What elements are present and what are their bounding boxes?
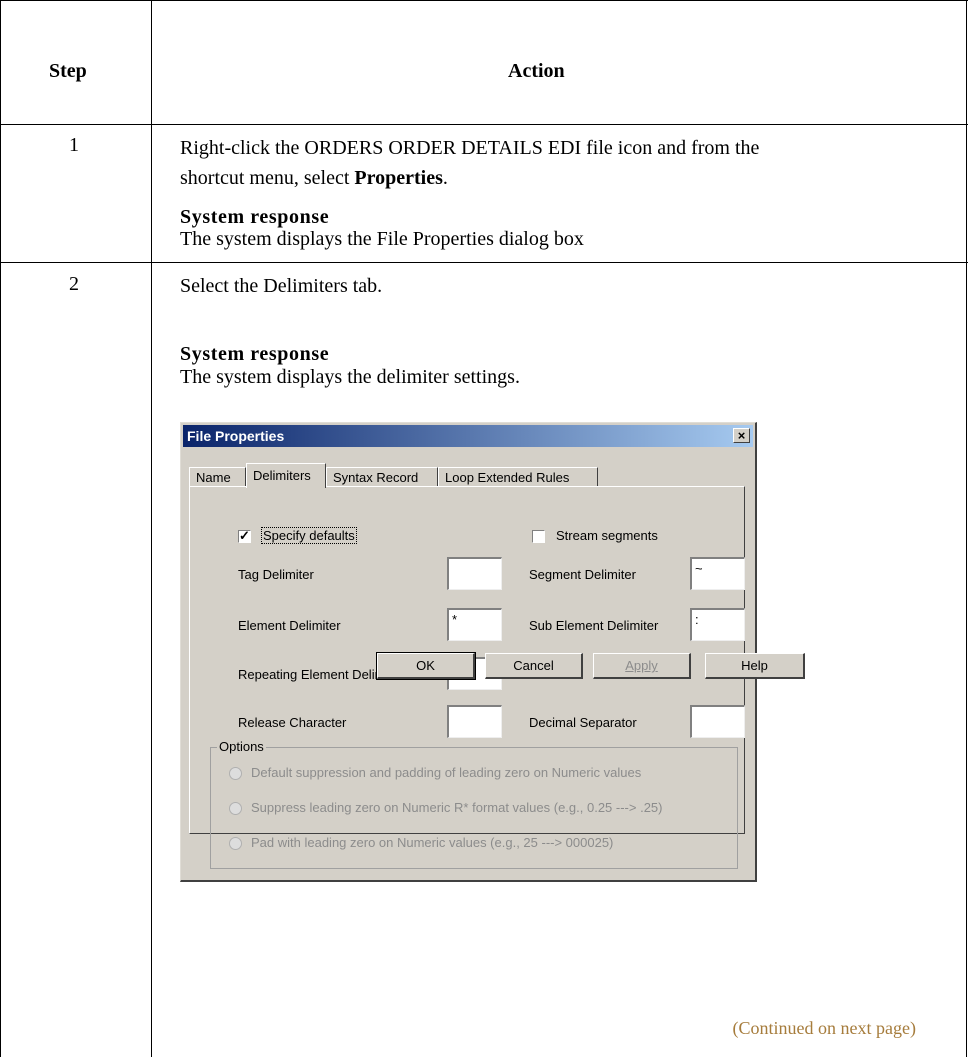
segment-delimiter-input[interactable]: ~ xyxy=(690,557,745,590)
ok-button[interactable]: OK xyxy=(376,652,476,680)
table-rule-row1 xyxy=(0,262,968,263)
check-mark-icon: ✓ xyxy=(239,528,250,543)
default-suppression-radio[interactable] xyxy=(229,767,242,780)
table-rule-left xyxy=(0,0,1,1057)
instruction-line: shortcut menu, select Properties. xyxy=(180,163,940,193)
instruction-line: Right-click the ORDERS ORDER DETAILS EDI… xyxy=(180,137,760,159)
tag-delimiter-input[interactable] xyxy=(447,557,502,590)
segment-delimiter-label: Segment Delimiter xyxy=(529,567,636,582)
element-delimiter-input[interactable]: * xyxy=(447,608,502,641)
continued-note: (Continued on next page) xyxy=(732,1018,916,1038)
close-icon[interactable]: × xyxy=(733,428,750,443)
options-group: Options Default suppression and padding … xyxy=(210,739,738,869)
stream-segments-checkbox[interactable] xyxy=(532,530,545,543)
release-character-label: Release Character xyxy=(238,715,347,730)
suppress-leading-zero-label[interactable]: Suppress leading zero on Numeric R* form… xyxy=(251,800,663,815)
table-rule-right xyxy=(966,0,967,1057)
default-suppression-label[interactable]: Default suppression and padding of leadi… xyxy=(251,765,641,780)
element-delimiter-label: Element Delimiter xyxy=(238,618,341,633)
specify-defaults-checkbox[interactable]: ✓ xyxy=(238,528,251,543)
step-number: 2 xyxy=(69,273,79,295)
header-step: Step xyxy=(49,60,87,82)
step-instruction: Right-click the ORDERS ORDER DETAILS EDI… xyxy=(180,133,940,193)
step-instruction: Select the Delimiters tab. xyxy=(180,275,383,297)
tag-delimiter-label: Tag Delimiter xyxy=(238,567,314,582)
pad-leading-zero-radio[interactable] xyxy=(229,837,242,850)
sub-element-delimiter-label: Sub Element Delimiter xyxy=(529,618,659,633)
table-rule-header xyxy=(0,124,968,125)
system-response-text: The system displays the delimiter settin… xyxy=(180,366,520,388)
help-button[interactable]: Help xyxy=(705,653,805,679)
step-number: 1 xyxy=(69,134,79,156)
tab-syntax-record[interactable]: Syntax Record xyxy=(326,467,438,487)
decimal-separator-input[interactable] xyxy=(690,705,745,738)
tab-loop-extended-rules[interactable]: Loop Extended Rules xyxy=(438,467,598,487)
properties-emphasis: Properties xyxy=(354,167,443,189)
apply-button[interactable]: Apply xyxy=(593,653,691,679)
specify-defaults-label[interactable]: Specify defaults xyxy=(261,527,357,544)
system-response-text: The system displays the File Properties … xyxy=(180,228,584,250)
sub-element-delimiter-input[interactable]: : xyxy=(690,608,745,641)
decimal-separator-label: Decimal Separator xyxy=(529,715,637,730)
file-properties-dialog: File Properties × Name Delimiters Syntax… xyxy=(180,422,757,882)
table-rule-top xyxy=(0,0,968,1)
stream-segments-label[interactable]: Stream segments xyxy=(556,528,658,543)
tab-name[interactable]: Name xyxy=(189,467,246,487)
suppress-leading-zero-radio[interactable] xyxy=(229,802,242,815)
dialog-titlebar[interactable]: File Properties × xyxy=(183,425,753,447)
header-action: Action xyxy=(508,60,565,82)
options-group-label: Options xyxy=(217,739,266,754)
cancel-button[interactable]: Cancel xyxy=(485,653,583,679)
instruction-text: shortcut menu, select xyxy=(180,167,355,189)
table-rule-column xyxy=(151,0,152,1057)
apply-label: Apply xyxy=(625,658,658,673)
dialog-title: File Properties xyxy=(187,428,285,444)
instruction-text: . xyxy=(442,167,448,189)
release-character-input[interactable] xyxy=(447,705,502,738)
tab-delimiters[interactable]: Delimiters xyxy=(246,463,326,488)
pad-leading-zero-label[interactable]: Pad with leading zero on Numeric values … xyxy=(251,835,613,850)
